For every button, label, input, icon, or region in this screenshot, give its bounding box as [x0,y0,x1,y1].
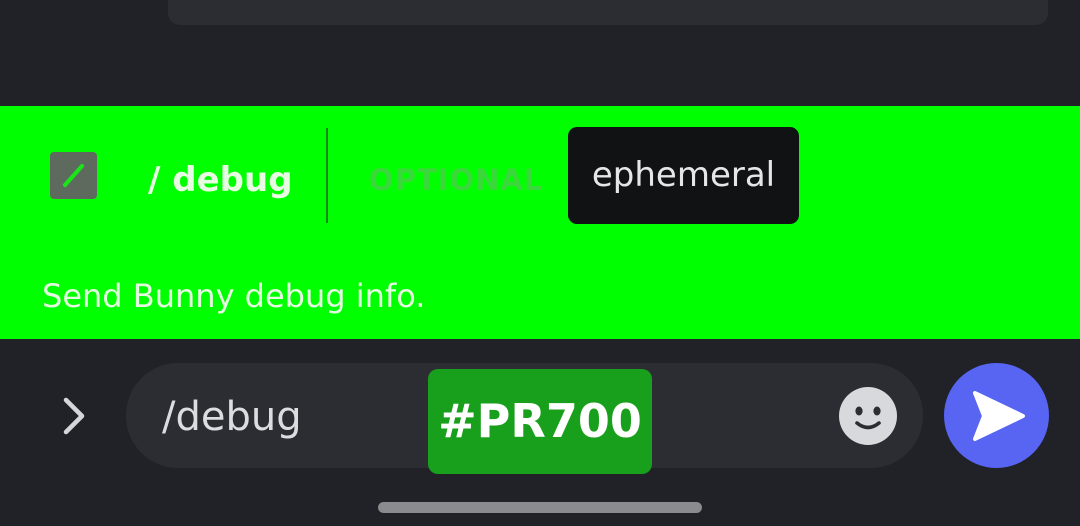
divider [326,128,328,223]
command-name[interactable]: / debug [148,155,293,205]
message-input-text[interactable]: /debug [162,390,302,444]
send-arrow-icon [973,391,1025,441]
optional-label: OPTIONAL [369,163,544,197]
emoji-smile-icon[interactable] [838,386,898,446]
option-ephemeral-chip[interactable]: ephemeral [568,127,799,224]
home-indicator[interactable] [378,502,702,513]
previous-message-bubble [168,0,1048,25]
slash-command-icon [50,152,97,199]
send-button[interactable] [944,363,1049,468]
pr-number-badge: #PR700 [428,369,652,474]
chevron-right-icon[interactable] [56,392,96,440]
chat-screen: / debug OPTIONAL ephemeral Send Bunny de… [0,0,1080,526]
command-description: Send Bunny debug info. [42,277,426,315]
